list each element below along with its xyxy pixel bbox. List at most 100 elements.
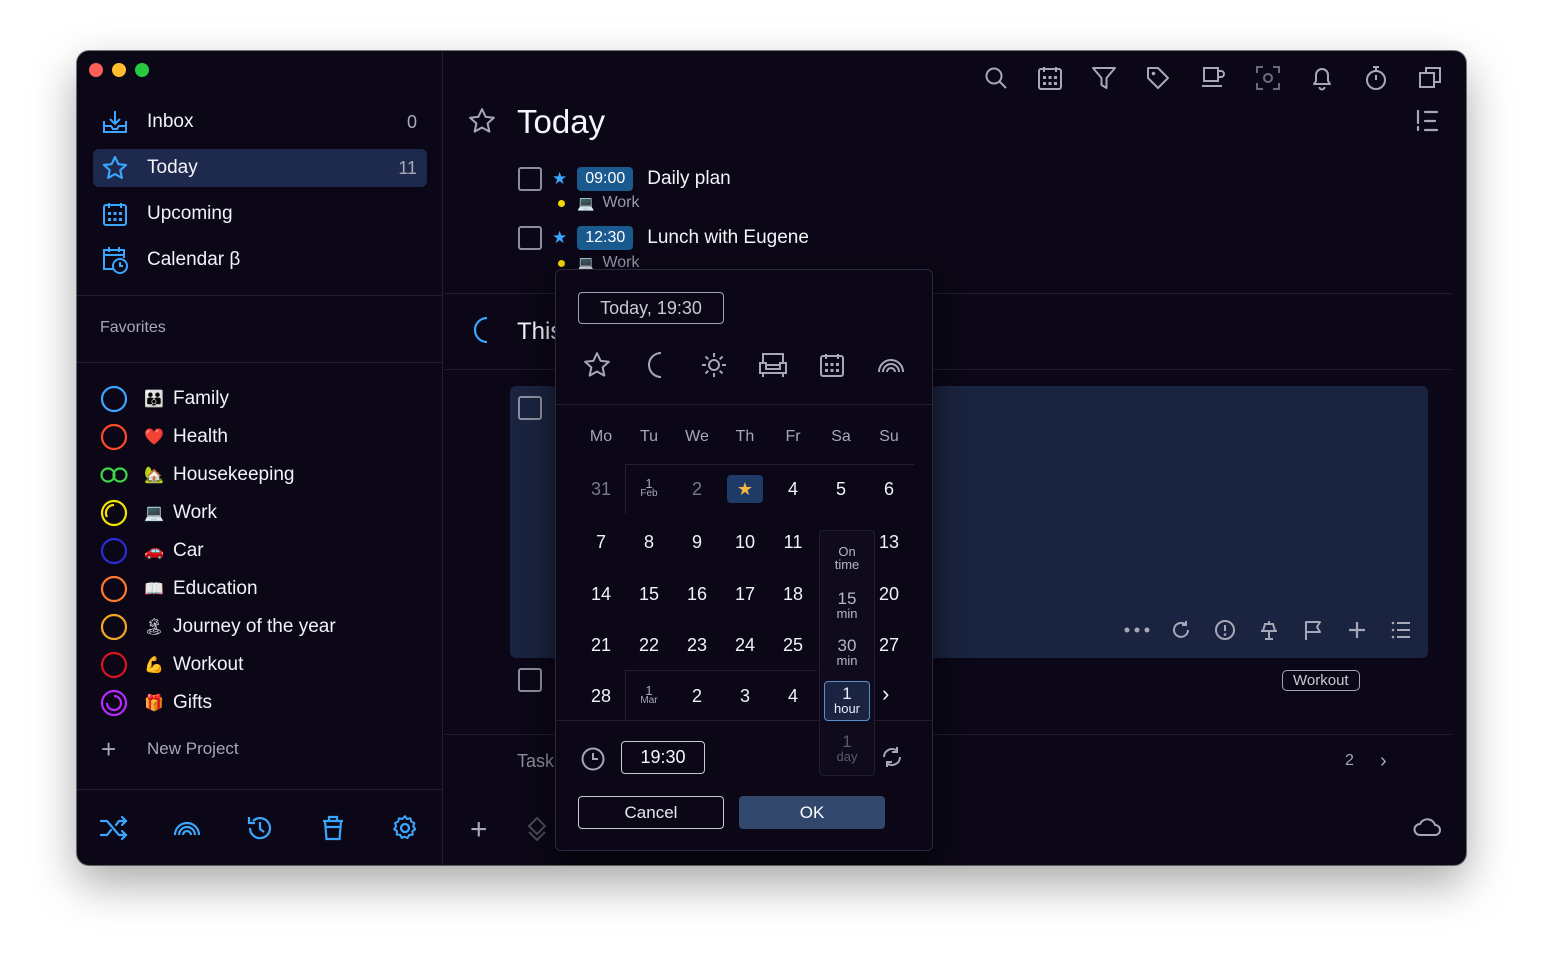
task-row[interactable]: ★ 09:00 Daily plan xyxy=(518,165,731,193)
lamp-icon[interactable] xyxy=(1256,617,1282,643)
bell-icon[interactable] xyxy=(1307,63,1337,93)
calendar-day[interactable]: 5 xyxy=(821,472,861,506)
diamond-icon[interactable] xyxy=(527,816,547,847)
plus-icon[interactable] xyxy=(1344,617,1370,643)
project-label: Housekeeping xyxy=(173,464,295,485)
calendar-day-today[interactable]: ★ xyxy=(727,475,763,503)
calendar-day[interactable]: 6 xyxy=(869,472,909,506)
repeat-icon[interactable] xyxy=(1168,617,1194,643)
timer-icon[interactable] xyxy=(1361,63,1391,93)
reminder-1-day[interactable]: 1 day xyxy=(824,733,870,763)
calendar-day[interactable]: 9 xyxy=(677,525,717,559)
checklist-icon[interactable] xyxy=(1388,617,1414,643)
calendar-day[interactable]: 3 xyxy=(725,679,765,713)
quick-weekend-sofa-icon[interactable] xyxy=(756,348,790,382)
calendar-day[interactable]: 10 xyxy=(725,525,765,559)
calendar-day[interactable]: 2 xyxy=(677,679,717,713)
quick-today-star-icon[interactable] xyxy=(580,348,614,382)
calendar-day[interactable]: 7 xyxy=(581,525,621,559)
reminder-on-time[interactable]: On time xyxy=(824,545,870,571)
sidebar-item-inbox[interactable]: Inbox 0 xyxy=(93,103,427,141)
history-icon[interactable] xyxy=(244,812,276,844)
calendar-day[interactable]: 4 xyxy=(773,679,813,713)
date-field[interactable]: Today, 19:30 xyxy=(578,292,724,324)
repeat-icon[interactable] xyxy=(879,744,905,775)
calendar-day[interactable]: 14 xyxy=(581,577,621,611)
settings-gear-icon[interactable] xyxy=(389,812,421,844)
quick-calendar-icon[interactable] xyxy=(815,348,849,382)
reminder-1-hour[interactable]: 1 hour xyxy=(824,681,870,721)
sort-icon[interactable] xyxy=(1415,109,1441,138)
calendar-day[interactable]: 25 xyxy=(773,628,813,662)
focus-icon[interactable] xyxy=(1253,63,1283,93)
calendar-day[interactable]: 21 xyxy=(581,628,621,662)
cloud-icon[interactable] xyxy=(1412,815,1442,842)
calendar-icon[interactable] xyxy=(1035,63,1065,93)
calendar-day[interactable]: 18 xyxy=(773,577,813,611)
calendar-day[interactable]: 22 xyxy=(629,628,669,662)
calendar-day[interactable]: 13 xyxy=(869,525,909,559)
project-gifts[interactable]: 🎁 Gifts xyxy=(99,687,212,719)
calendar-day[interactable]: 27 xyxy=(869,628,909,662)
ok-button[interactable]: OK xyxy=(739,796,885,829)
filter-icon[interactable] xyxy=(1089,63,1119,93)
project-car[interactable]: 🚗 Car xyxy=(99,535,204,567)
quick-evening-moon-icon[interactable] xyxy=(639,348,673,382)
trash-icon[interactable] xyxy=(317,812,349,844)
task-checkbox[interactable] xyxy=(518,167,542,191)
calendar-day[interactable]: 1 Mar xyxy=(629,679,669,713)
calendar-day[interactable]: 2 xyxy=(677,472,717,506)
calendar-day[interactable]: 28 xyxy=(581,679,621,713)
sidebar-item-upcoming[interactable]: Upcoming xyxy=(93,195,427,233)
task-checkbox[interactable] xyxy=(518,668,542,692)
chevron-right-icon[interactable]: › xyxy=(1380,750,1387,773)
flag-icon[interactable] xyxy=(1300,617,1326,643)
project-work[interactable]: 💻 Work xyxy=(99,497,217,529)
calendar-day[interactable]: 31 xyxy=(581,472,621,506)
laptop-icon: 💻 xyxy=(577,194,595,211)
add-task-button[interactable]: + xyxy=(470,813,488,847)
reminder-30-min[interactable]: 30 min xyxy=(824,637,870,667)
search-icon[interactable] xyxy=(981,63,1011,93)
cancel-button[interactable]: Cancel xyxy=(578,796,724,829)
calendar-day[interactable]: 15 xyxy=(629,577,669,611)
task-row[interactable]: ★ 12:30 Lunch with Eugene xyxy=(518,224,809,252)
new-project-button[interactable]: + New Project xyxy=(101,736,239,762)
project-journey[interactable]: 🏝 Journey of the year xyxy=(99,611,336,643)
project-education[interactable]: 📖 Education xyxy=(99,573,258,605)
task-input[interactable]: Task xyxy=(517,751,554,772)
sidebar-item-calendar[interactable]: Calendar β xyxy=(93,241,427,279)
task-checkbox[interactable] xyxy=(518,396,542,420)
priority-icon[interactable] xyxy=(1212,617,1238,643)
sidebar-item-label: Today xyxy=(147,157,198,178)
calendar-day[interactable]: 20 xyxy=(869,577,909,611)
calendar-day[interactable]: 23 xyxy=(677,628,717,662)
rainbow-icon[interactable] xyxy=(171,812,203,844)
project-workout[interactable]: 💪 Workout xyxy=(99,649,243,681)
calendar-day[interactable]: 24 xyxy=(725,628,765,662)
task-checkbox[interactable] xyxy=(518,226,542,250)
calendar-day[interactable]: 1 Feb xyxy=(629,472,669,506)
calendar-day[interactable]: 8 xyxy=(629,525,669,559)
chevron-right-icon[interactable]: › xyxy=(882,681,889,707)
calendar-day[interactable]: 11 xyxy=(773,525,813,559)
calendar-clock-icon xyxy=(93,245,137,275)
quick-tomorrow-sun-icon[interactable] xyxy=(697,348,731,382)
project-family[interactable]: 👪 Family xyxy=(99,383,229,415)
project-housekeeping[interactable]: 🏡 Housekeeping xyxy=(99,459,294,491)
sidebar-item-today[interactable]: Today 11 xyxy=(93,149,427,187)
more-icon[interactable] xyxy=(1124,617,1150,643)
project-emoji: ❤️ xyxy=(144,429,164,446)
coffee-icon[interactable] xyxy=(1198,63,1228,93)
windows-icon[interactable] xyxy=(1415,63,1445,93)
calendar-day[interactable]: 4 xyxy=(773,472,813,506)
tag-icon[interactable] xyxy=(1143,63,1173,93)
quick-someday-rainbow-icon[interactable] xyxy=(874,348,908,382)
tag-chip[interactable]: Workout xyxy=(1282,670,1360,691)
shuffle-icon[interactable] xyxy=(98,812,130,844)
calendar-day[interactable]: 17 xyxy=(725,577,765,611)
reminder-15-min[interactable]: 15 min xyxy=(824,590,870,620)
calendar-day[interactable]: 16 xyxy=(677,577,717,611)
project-health[interactable]: ❤️ Health xyxy=(99,421,228,453)
time-field[interactable]: 19:30 xyxy=(621,741,705,774)
